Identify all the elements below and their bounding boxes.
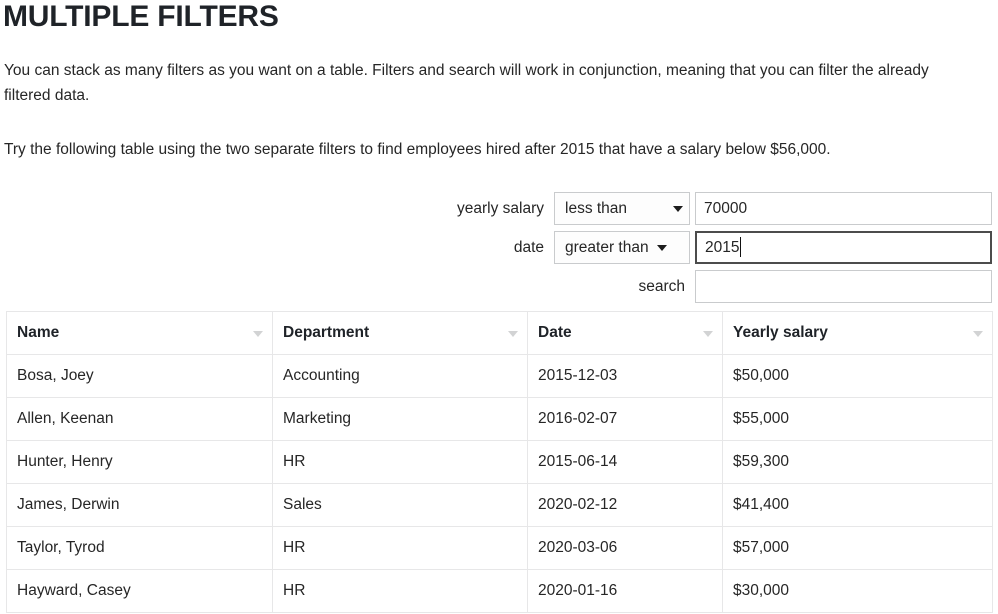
table-row: Hunter, HenryHR2015-06-14$59,300 bbox=[7, 441, 993, 484]
cell-name: Bosa, Joey bbox=[7, 355, 273, 398]
cell-salary: $59,300 bbox=[723, 441, 993, 484]
intro-paragraph: You can stack as many filters as you wan… bbox=[4, 58, 962, 108]
page-root: MULTIPLE FILTERS You can stack as many f… bbox=[0, 0, 998, 614]
column-header-label: Department bbox=[283, 324, 369, 341]
filter-controls: yearly salary less than date greater tha… bbox=[0, 192, 992, 309]
cell-department: HR bbox=[273, 441, 528, 484]
cell-name: Allen, Keenan bbox=[7, 398, 273, 441]
cell-date: 2016-02-07 bbox=[528, 398, 723, 441]
table-row: Taylor, TyrodHR2020-03-06$57,000 bbox=[7, 527, 993, 570]
column-header-date[interactable]: Date bbox=[528, 312, 723, 355]
column-header-department[interactable]: Department bbox=[273, 312, 528, 355]
salary-operator-value: less than bbox=[565, 200, 665, 218]
cell-name: James, Derwin bbox=[7, 484, 273, 527]
column-header-label: Name bbox=[17, 324, 59, 341]
cell-name: Hayward, Casey bbox=[7, 570, 273, 613]
date-filter-row: date greater than bbox=[0, 231, 992, 264]
cell-salary: $50,000 bbox=[723, 355, 993, 398]
column-header-label: Date bbox=[538, 324, 572, 341]
text-cursor bbox=[740, 237, 741, 257]
cell-salary: $57,000 bbox=[723, 527, 993, 570]
cell-name: Taylor, Tyrod bbox=[7, 527, 273, 570]
date-filter-input-wrap bbox=[695, 231, 992, 264]
cell-salary: $41,400 bbox=[723, 484, 993, 527]
date-operator-select[interactable]: greater than bbox=[554, 231, 690, 264]
cell-salary: $55,000 bbox=[723, 398, 993, 441]
cell-department: HR bbox=[273, 527, 528, 570]
sort-descending-caret-icon[interactable] bbox=[703, 331, 713, 337]
salary-operator-select[interactable]: less than bbox=[554, 192, 690, 225]
cell-date: 2015-12-03 bbox=[528, 355, 723, 398]
table-header-row: Name Department Date Yearly salary bbox=[7, 312, 993, 355]
sort-descending-caret-icon[interactable] bbox=[253, 331, 263, 337]
salary-filter-input[interactable] bbox=[695, 192, 992, 225]
chevron-down-icon bbox=[657, 245, 667, 251]
column-header-yearly-salary[interactable]: Yearly salary bbox=[723, 312, 993, 355]
cell-department: Accounting bbox=[273, 355, 528, 398]
salary-filter-label: yearly salary bbox=[457, 200, 554, 218]
cell-date: 2020-01-16 bbox=[528, 570, 723, 613]
page-title: MULTIPLE FILTERS bbox=[3, 0, 279, 36]
cell-department: HR bbox=[273, 570, 528, 613]
column-header-label: Yearly salary bbox=[733, 324, 828, 341]
sort-descending-caret-icon[interactable] bbox=[973, 331, 983, 337]
column-header-name[interactable]: Name bbox=[7, 312, 273, 355]
cell-date: 2015-06-14 bbox=[528, 441, 723, 484]
chevron-down-icon bbox=[673, 206, 683, 212]
sort-descending-caret-icon[interactable] bbox=[508, 331, 518, 337]
table-row: James, DerwinSales2020-02-12$41,400 bbox=[7, 484, 993, 527]
date-operator-value: greater than bbox=[565, 239, 649, 257]
table-head: Name Department Date Yearly salary bbox=[7, 312, 993, 355]
salary-filter-row: yearly salary less than bbox=[0, 192, 992, 225]
cell-department: Marketing bbox=[273, 398, 528, 441]
search-label: search bbox=[638, 278, 695, 296]
instruction-paragraph: Try the following table using the two se… bbox=[4, 137, 962, 162]
employees-table: Name Department Date Yearly salary Bosa,… bbox=[6, 311, 993, 613]
cell-date: 2020-02-12 bbox=[528, 484, 723, 527]
cell-date: 2020-03-06 bbox=[528, 527, 723, 570]
search-row: search bbox=[0, 270, 992, 303]
search-input[interactable] bbox=[695, 270, 992, 303]
table-row: Allen, KeenanMarketing2016-02-07$55,000 bbox=[7, 398, 993, 441]
cell-name: Hunter, Henry bbox=[7, 441, 273, 484]
cell-department: Sales bbox=[273, 484, 528, 527]
cell-salary: $30,000 bbox=[723, 570, 993, 613]
table-row: Bosa, JoeyAccounting2015-12-03$50,000 bbox=[7, 355, 993, 398]
date-filter-label: date bbox=[514, 239, 554, 257]
table-row: Hayward, CaseyHR2020-01-16$30,000 bbox=[7, 570, 993, 613]
table-body: Bosa, JoeyAccounting2015-12-03$50,000All… bbox=[7, 355, 993, 613]
